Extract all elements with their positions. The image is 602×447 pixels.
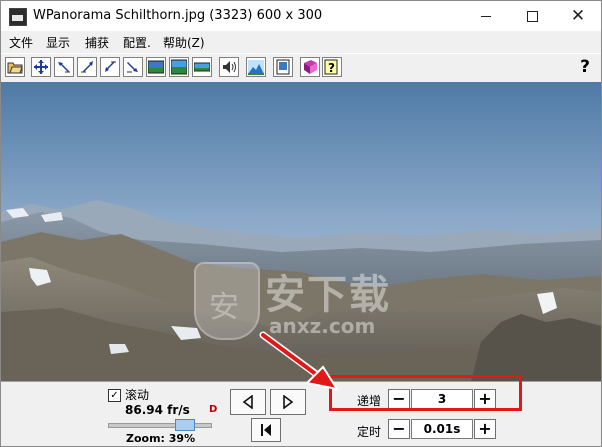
minimize-button[interactable]	[463, 1, 509, 31]
move-icon	[34, 60, 48, 74]
close-icon: ✕	[570, 6, 586, 26]
go-start-button[interactable]	[251, 418, 281, 442]
fit-button[interactable]	[123, 57, 143, 77]
svg-text:?: ?	[328, 61, 335, 75]
zoom-readout: Zoom: 39%	[126, 432, 196, 445]
scroll-label: 滚动	[125, 388, 150, 402]
maximize-icon	[526, 10, 538, 22]
view-panorama-icon	[148, 60, 164, 74]
chevron-left-icon	[242, 395, 253, 409]
view-strip-icon	[171, 59, 187, 75]
watermark: 安 安下载 anxz.com	[191, 262, 421, 342]
speed-readout: 86.94 fr/s	[125, 403, 190, 417]
sound-button[interactable]	[219, 57, 239, 77]
zoom-out-icon	[105, 61, 116, 72]
help-button[interactable]: ?	[575, 57, 595, 77]
sound-icon	[223, 61, 236, 73]
book-button[interactable]	[300, 57, 320, 77]
toolbar: ? ?	[1, 53, 601, 83]
zoom-slider-thumb[interactable]	[175, 419, 196, 431]
maximize-button[interactable]	[509, 1, 555, 31]
frame-icon	[276, 59, 290, 75]
timer-label: 定时	[357, 425, 382, 439]
skip-start-icon	[261, 424, 271, 436]
fullscreen-icon	[127, 62, 138, 73]
scroll-right-button[interactable]	[270, 389, 306, 415]
view-panorama-button[interactable]	[146, 57, 166, 77]
open-folder-icon	[7, 62, 23, 74]
app-icon	[9, 8, 27, 26]
help-doc-icon: ?	[324, 59, 338, 75]
menu-view[interactable]: 显示	[46, 34, 70, 51]
zoom-in-icon	[81, 61, 93, 73]
close-button[interactable]: ✕	[555, 1, 601, 31]
open-folder-button[interactable]	[5, 57, 25, 77]
book-icon	[304, 60, 317, 74]
app-window: WPanorama Schilthorn.jpg (3323) 600 x 30…	[0, 0, 602, 447]
landscape-button[interactable]	[246, 57, 266, 77]
menu-help[interactable]: 帮助(Z)	[163, 34, 205, 51]
scroll-checkbox[interactable]: ✓	[108, 389, 121, 402]
landscape-icon	[248, 60, 264, 75]
watermark-text: 安下载	[265, 272, 391, 318]
minimize-icon	[481, 15, 491, 17]
rotate-left-icon	[58, 62, 70, 73]
timer-value-field[interactable]: 0.01s	[411, 419, 473, 439]
zoom-out-button[interactable]	[100, 57, 120, 77]
rotate-left-button[interactable]	[54, 57, 74, 77]
help-doc-button[interactable]: ?	[322, 57, 342, 77]
timer-plus-button[interactable]: +	[474, 419, 496, 439]
highlight-box	[329, 375, 522, 411]
menu-capture[interactable]: 捕获	[85, 34, 109, 51]
view-band-icon	[194, 62, 210, 72]
chevron-right-icon	[283, 395, 294, 409]
watermark-url: anxz.com	[269, 314, 376, 338]
scroll-left-button[interactable]	[230, 389, 266, 415]
move-button[interactable]	[31, 57, 51, 77]
shield-icon: 安	[194, 262, 260, 340]
view-strip-button[interactable]	[169, 57, 189, 77]
menu-file[interactable]: 文件	[9, 34, 33, 51]
zoom-slider-track[interactable]	[108, 423, 212, 428]
menu-config[interactable]: 配置.	[123, 34, 151, 51]
view-band-button[interactable]	[192, 57, 212, 77]
panorama-view[interactable]: 安 安下载 anxz.com	[1, 82, 601, 381]
timer-minus-button[interactable]: −	[388, 419, 410, 439]
menu-bar: 文件 显示 捕获 配置. 帮助(Z)	[1, 31, 601, 52]
frame-button[interactable]	[273, 57, 293, 77]
direction-icon[interactable]: D	[209, 404, 217, 415]
window-title: WPanorama Schilthorn.jpg (3323) 600 x 30…	[33, 8, 323, 23]
zoom-in-button[interactable]	[77, 57, 97, 77]
title-bar[interactable]: WPanorama Schilthorn.jpg (3323) 600 x 30…	[1, 1, 601, 31]
